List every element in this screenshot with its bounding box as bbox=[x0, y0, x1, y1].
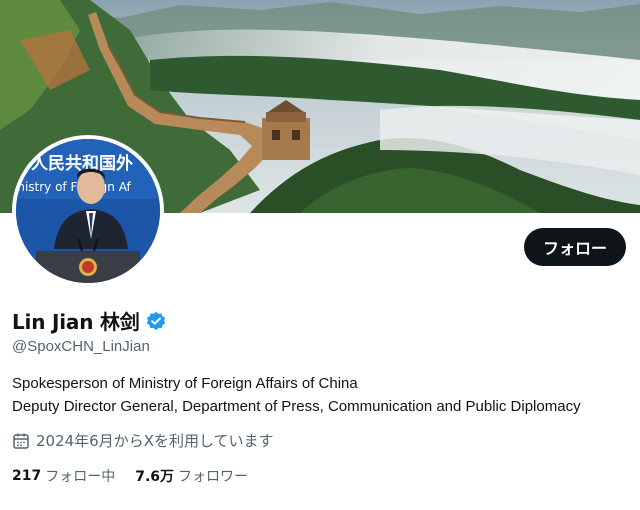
following-label: フォロー中 bbox=[45, 469, 116, 485]
bio-line: Spokesperson of Ministry of Foreign Affa… bbox=[12, 375, 358, 392]
avatar-photo: 华人民共和国外 inistry of Foreign Af bbox=[16, 139, 160, 283]
display-name-row: Lin Jian 林剑 bbox=[12, 306, 166, 335]
joined-date-text: 2024年6月からXを利用しています bbox=[36, 432, 274, 450]
following-count: 217 bbox=[12, 468, 42, 484]
followers-label: フォロワー bbox=[178, 469, 249, 485]
profile-stats: 217 フォロー中 7.6万 フォロワー bbox=[12, 466, 268, 486]
profile-avatar[interactable]: 华人民共和国外 inistry of Foreign Af bbox=[12, 135, 164, 287]
followers-count: 7.6万 bbox=[135, 469, 175, 485]
joined-date-row: 2024年6月からXを利用しています bbox=[12, 430, 274, 451]
verified-badge-icon[interactable] bbox=[146, 311, 166, 331]
user-handle: @SpoxCHN_LinJian bbox=[12, 338, 150, 355]
avatar-backdrop-line1: 华人民共和国外 bbox=[16, 153, 133, 174]
calendar-icon bbox=[13, 433, 29, 449]
following-link[interactable]: 217 フォロー中 bbox=[12, 466, 115, 486]
avatar-backdrop-line2: inistry of Foreign Af bbox=[16, 180, 131, 194]
follow-button[interactable]: フォロー bbox=[524, 228, 626, 266]
followers-link[interactable]: 7.6万 フォロワー bbox=[135, 466, 248, 486]
profile-bio: Spokesperson of Ministry of Foreign Affa… bbox=[12, 372, 581, 418]
display-name: Lin Jian 林剑 bbox=[12, 310, 140, 334]
bio-line: Deputy Director General, Department of P… bbox=[12, 398, 581, 415]
